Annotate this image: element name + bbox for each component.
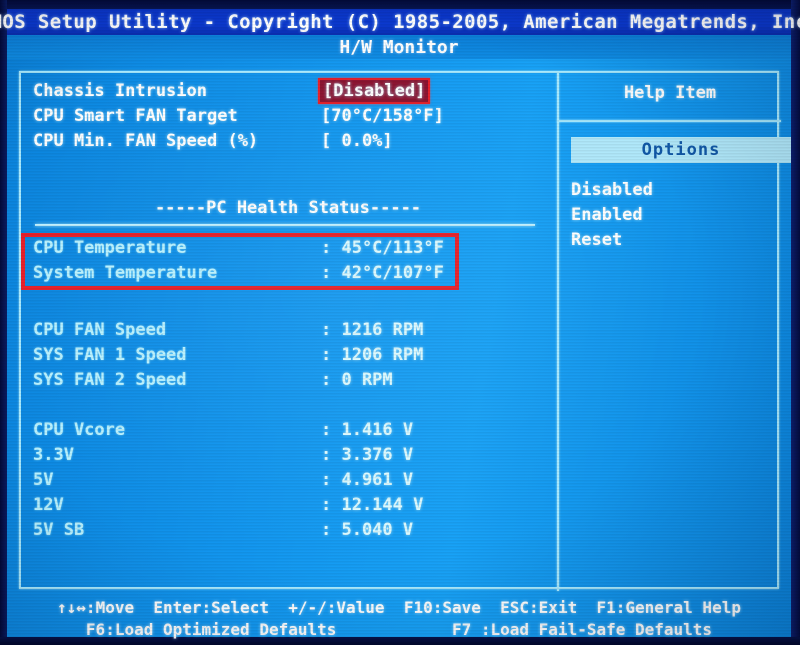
reading-value: : 42°C/107°F (321, 263, 444, 283)
window-title: CMOS Setup Utility - Copyright (C) 1985-… (0, 11, 800, 33)
reading-row-3-3v: 3.3V : 3.376 V (33, 443, 543, 467)
reading-row-12v: 12V : 12.144 V (33, 493, 543, 517)
setting-value[interactable]: [ 0.0%] (321, 131, 393, 151)
help-options-label: Options (641, 140, 721, 160)
reading-value: : 1216 RPM (321, 320, 424, 340)
reading-label: 3.3V (33, 445, 74, 465)
help-header-divider (557, 120, 781, 122)
section-divider (35, 224, 535, 226)
reading-row-cpu-temperature: CPU Temperature : 45°C/113°F (33, 236, 543, 260)
reading-label: 5V (33, 470, 54, 490)
setting-value[interactable]: [70°C/158°F] (321, 106, 444, 126)
title-bar: CMOS Setup Utility - Copyright (C) 1985-… (0, 9, 800, 35)
reading-row-cpu-vcore: CPU Vcore : 1.416 V (33, 418, 543, 442)
help-item-title: Help Item (623, 83, 717, 103)
bios-screen: CMOS Setup Utility - Copyright (C) 1985-… (0, 0, 800, 645)
reading-label: 5V SB (33, 520, 85, 540)
panel-divider (557, 73, 559, 591)
setting-row-cpu-smart-fan-target[interactable]: CPU Smart FAN Target [70°C/158°F] (33, 104, 543, 128)
reading-value: : 4.961 V (321, 470, 414, 490)
help-option-reset[interactable]: Reset (571, 230, 622, 250)
pc-health-status-header: -----PC Health Status----- (154, 198, 422, 218)
crt-bezel-right (791, 0, 800, 645)
reading-label: SYS FAN 1 Speed (33, 345, 187, 365)
help-option-enabled[interactable]: Enabled (571, 205, 643, 225)
reading-value: : 1.416 V (321, 420, 414, 440)
footer-key-hints: ↑↓↔:Move Enter:Select +/-/:Value F10:Sav… (7, 596, 791, 640)
reading-value: : 0 RPM (321, 370, 393, 390)
reading-value: : 5.040 V (321, 520, 414, 540)
crt-bezel-top (0, 0, 800, 9)
reading-label: CPU Vcore (33, 420, 126, 440)
reading-value: : 12.144 V (321, 495, 424, 515)
reading-row-5v: 5V : 4.961 V (33, 468, 543, 492)
content-frame: Chassis Intrusion [Disabled] CPU Smart F… (19, 71, 791, 591)
help-option-disabled[interactable]: Disabled (571, 180, 653, 200)
page-subtitle-bar: H/W Monitor (7, 35, 791, 59)
reading-value: : 45°C/113°F (321, 238, 444, 258)
reading-value: : 3.376 V (321, 445, 414, 465)
crt-bezel-left (0, 0, 7, 645)
reading-row-sys-fan-2-speed: SYS FAN 2 Speed : 0 RPM (33, 368, 543, 392)
setting-row-chassis-intrusion[interactable]: Chassis Intrusion [Disabled] (33, 78, 543, 104)
footer-line-2: F6:Load Optimized Defaults F7 :Load Fail… (85, 620, 713, 639)
page-title: H/W Monitor (339, 36, 459, 58)
reading-label: System Temperature (33, 263, 218, 283)
reading-value: : 1206 RPM (321, 345, 424, 365)
reading-label: CPU Temperature (33, 238, 187, 258)
footer-line-1: ↑↓↔:Move Enter:Select +/-/:Value F10:Sav… (57, 598, 741, 617)
reading-row-5v-sb: 5V SB : 5.040 V (33, 518, 543, 542)
setting-row-cpu-min-fan-speed[interactable]: CPU Min. FAN Speed (%) [ 0.0%] (33, 129, 543, 153)
reading-row-cpu-fan-speed: CPU FAN Speed : 1216 RPM (33, 318, 543, 342)
reading-label: CPU FAN Speed (33, 320, 167, 340)
setting-label: CPU Min. FAN Speed (%) (33, 131, 259, 151)
reading-label: 12V (33, 495, 64, 515)
reading-label: SYS FAN 2 Speed (33, 370, 187, 390)
setting-label: Chassis Intrusion (33, 81, 207, 101)
help-options-bar: Options (571, 137, 791, 163)
reading-row-system-temperature: System Temperature : 42°C/107°F (33, 261, 543, 285)
main-body: Chassis Intrusion [Disabled] CPU Smart F… (7, 59, 791, 637)
reading-row-sys-fan-1-speed: SYS FAN 1 Speed : 1206 RPM (33, 343, 543, 367)
setting-value-selected[interactable]: [Disabled] (318, 78, 431, 104)
setting-label: CPU Smart FAN Target (33, 106, 238, 126)
